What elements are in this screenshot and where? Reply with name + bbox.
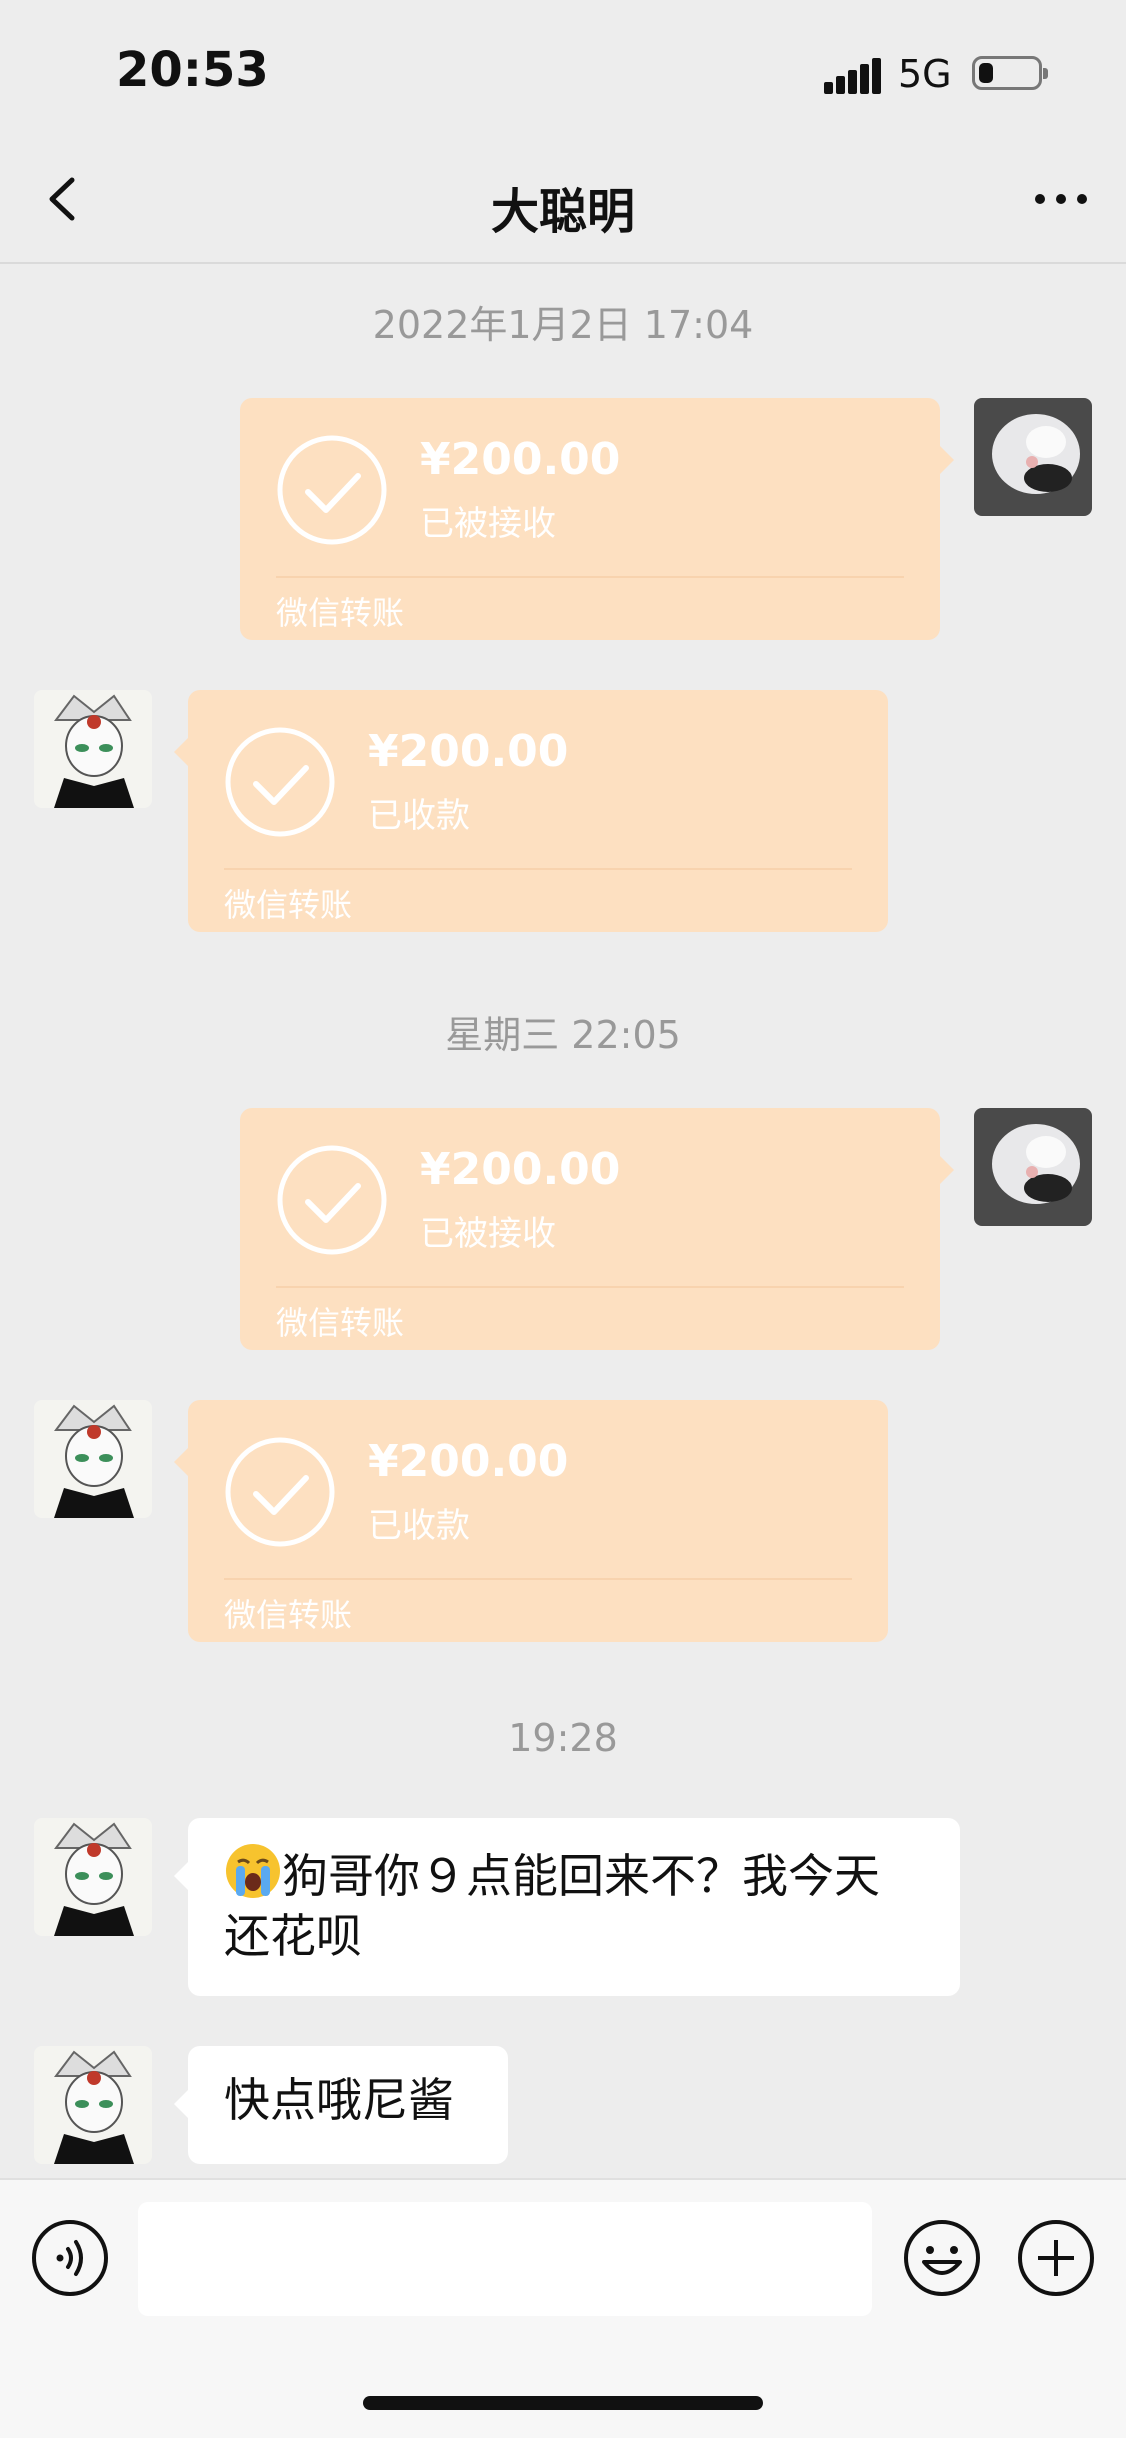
message-bubble[interactable]: 快点哦尼酱 [174, 2046, 508, 2164]
chat-header: 大聪明 [0, 140, 1126, 264]
transfer-label: 微信转账 [276, 1304, 405, 1342]
transfer-label: 微信转账 [224, 886, 353, 924]
divider [276, 576, 904, 578]
network-type: 5G [898, 52, 952, 96]
my-avatar[interactable] [974, 1108, 1092, 1226]
more-icon [1035, 194, 1087, 204]
transfer-amount: ¥200.00 [368, 1436, 569, 1487]
battery-icon [972, 56, 1048, 90]
check-circle-icon [224, 726, 336, 838]
chat-title: 大聪明 [490, 184, 635, 240]
transfer-amount: ¥200.00 [368, 726, 569, 777]
home-indicator [363, 2396, 763, 2410]
crying-face-icon [226, 1844, 280, 1898]
transfer-card[interactable]: ¥200.00 已收款 微信转账 [174, 690, 888, 932]
transfer-card[interactable]: ¥200.00 已收款 微信转账 [174, 1400, 888, 1642]
status-bar: 20:53 5G [0, 0, 1126, 140]
timestamp: 星期三 22:05 [445, 1013, 681, 1057]
my-avatar[interactable] [974, 398, 1092, 516]
transfer-status: 已被接收 [420, 504, 556, 544]
check-circle-icon [276, 1144, 388, 1256]
transfer-status: 已收款 [368, 796, 470, 836]
divider [224, 868, 852, 870]
transfer-amount: ¥200.00 [420, 434, 621, 485]
message-text: 快点哦尼酱 [224, 2073, 454, 2127]
more-button[interactable] [1026, 164, 1096, 234]
timestamp: 2022年1月2日 17:04 [372, 303, 754, 347]
message-input[interactable] [138, 2202, 872, 2316]
chat-message-list[interactable]: 2022年1月2日 17:04 ¥200.00 已被接收 微信转账 ¥200.0… [0, 264, 1126, 2178]
transfer-card[interactable]: ¥200.00 已被接收 微信转账 [240, 1108, 954, 1350]
transfer-label: 微信转账 [276, 594, 405, 632]
plus-icon [1018, 2220, 1094, 2296]
message-text: 狗哥你９点能回来不？我今天还花呗 [224, 1849, 880, 1963]
transfer-status: 已收款 [368, 1506, 470, 1546]
more-functions-button[interactable] [1016, 2218, 1096, 2298]
check-circle-icon [224, 1436, 336, 1548]
status-time: 20:53 [116, 42, 269, 98]
divider [276, 1286, 904, 1288]
contact-avatar[interactable] [34, 2046, 152, 2164]
check-circle-icon [276, 434, 388, 546]
voice-button[interactable] [30, 2218, 110, 2298]
smiley-icon [904, 2220, 980, 2296]
message-bubble[interactable]: 狗哥你９点能回来不？我今天还花呗 [174, 1818, 960, 1996]
contact-avatar[interactable] [34, 1818, 152, 1936]
transfer-label: 微信转账 [224, 1596, 353, 1634]
transfer-card[interactable]: ¥200.00 已被接收 微信转账 [240, 398, 954, 640]
emoji-button[interactable] [902, 2218, 982, 2298]
transfer-status: 已被接收 [420, 1214, 556, 1254]
contact-avatar[interactable] [34, 1400, 152, 1518]
contact-avatar[interactable] [34, 690, 152, 808]
timestamp: 19:28 [508, 1716, 618, 1760]
divider [224, 1578, 852, 1580]
transfer-amount: ¥200.00 [420, 1144, 621, 1195]
signal-icon [824, 58, 881, 94]
voice-icon [32, 2220, 108, 2296]
